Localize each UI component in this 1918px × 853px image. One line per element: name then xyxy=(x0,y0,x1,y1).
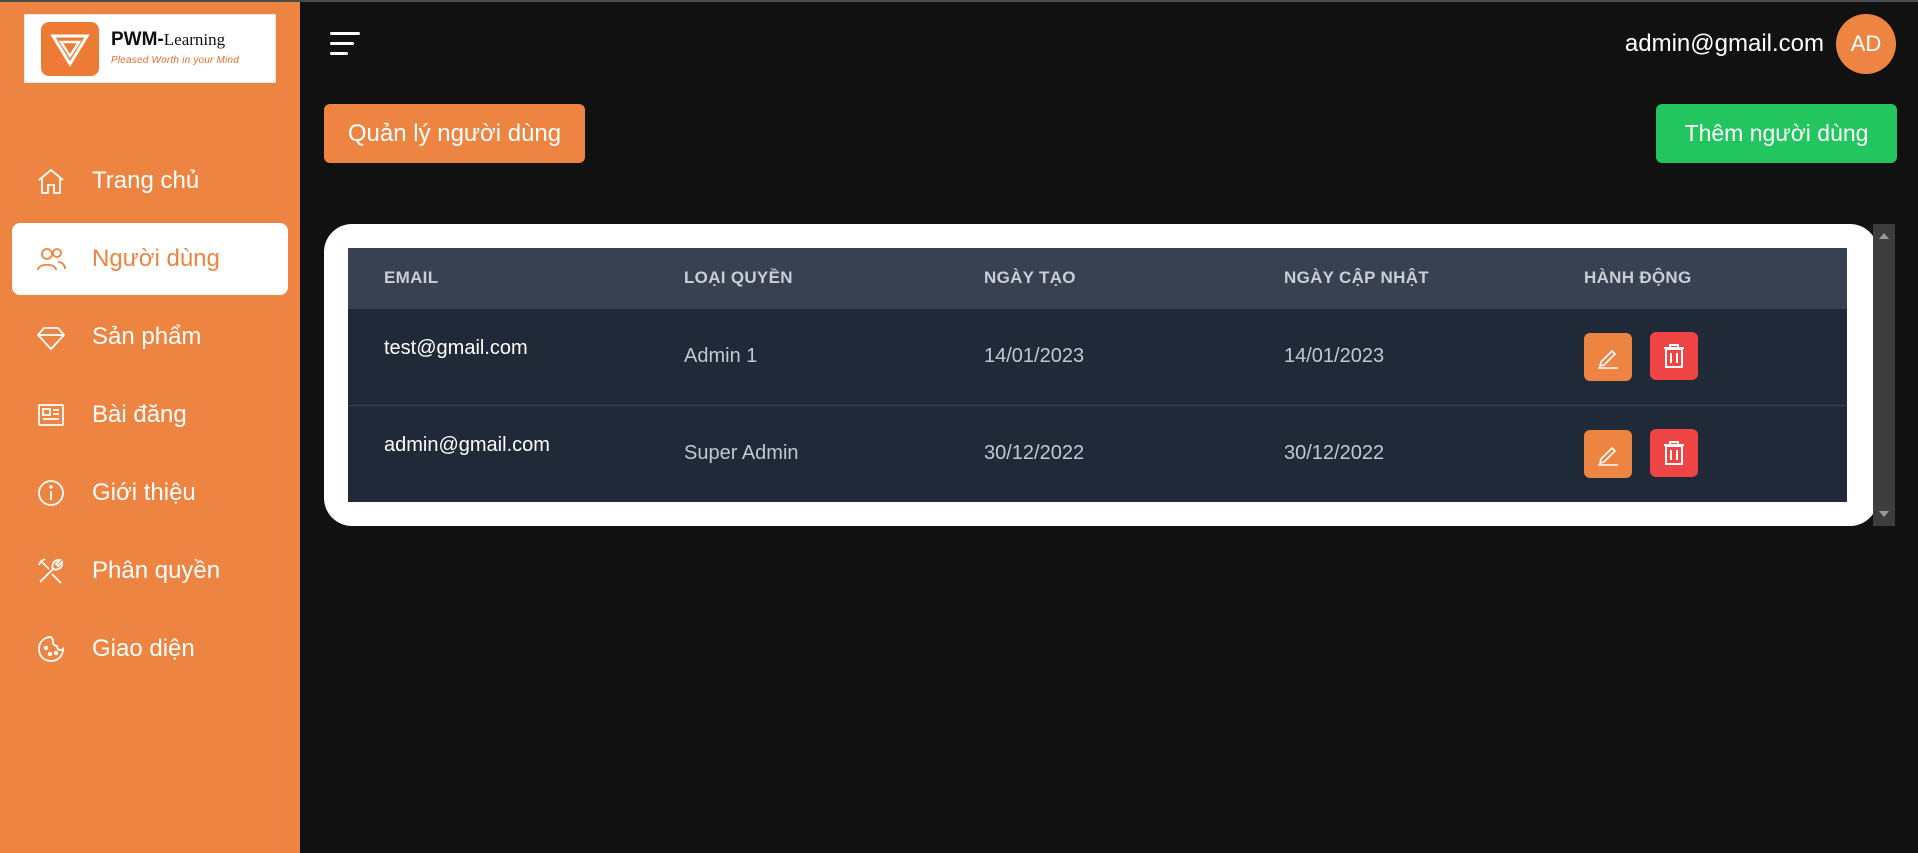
pencil-icon xyxy=(1598,447,1618,467)
logo-icon xyxy=(41,22,99,76)
menu-toggle-icon[interactable] xyxy=(330,32,360,56)
sidebar-item-label: Người dùng xyxy=(92,245,220,272)
user-management-button[interactable]: Quản lý người dùng xyxy=(324,104,585,163)
trash-icon xyxy=(1663,344,1684,368)
brand-logo[interactable]: PWM-Learning Pleased Worth in your Mind xyxy=(24,14,276,83)
edit-button[interactable] xyxy=(1584,430,1632,479)
column-header-created: NGÀY TẠO xyxy=(948,248,1248,308)
cell-actions xyxy=(1548,404,1847,502)
sidebar-item-label: Giao diện xyxy=(92,635,195,662)
sidebar-item-label: Sản phẩm xyxy=(92,323,202,350)
tools-icon xyxy=(34,554,68,588)
cell-email: admin@gmail.com xyxy=(348,404,648,502)
sidebar-item-products[interactable]: Sản phẩm xyxy=(12,301,288,373)
scroll-down-icon[interactable] xyxy=(1879,511,1889,517)
diamond-icon xyxy=(34,320,68,354)
users-table: EMAIL LOẠI QUYỀN NGÀY TẠO NGÀY CẬP NHẬT … xyxy=(348,248,1847,502)
palette-icon xyxy=(34,632,68,666)
cell-actions xyxy=(1548,307,1847,405)
column-header-role: LOẠI QUYỀN xyxy=(648,248,948,308)
sidebar-item-about[interactable]: Giới thiệu xyxy=(12,457,288,529)
table-header-row: EMAIL LOẠI QUYỀN NGÀY TẠO NGÀY CẬP NHẬT … xyxy=(348,248,1847,308)
scrollbar[interactable] xyxy=(1873,224,1895,526)
sidebar: PWM-Learning Pleased Worth in your Mind … xyxy=(0,2,300,853)
info-icon xyxy=(34,476,68,510)
sidebar-item-label: Trang chủ xyxy=(92,167,200,194)
sidebar-item-label: Bài đăng xyxy=(92,401,187,428)
users-icon xyxy=(34,242,68,276)
cell-email: test@gmail.com xyxy=(348,307,648,405)
sidebar-item-users[interactable]: Người dùng xyxy=(12,223,288,295)
delete-button[interactable] xyxy=(1649,429,1698,478)
newspaper-icon xyxy=(34,398,68,432)
sidebar-item-permissions[interactable]: Phân quyền xyxy=(12,535,288,607)
add-user-button[interactable]: Thêm người dùng xyxy=(1656,104,1897,163)
column-header-email: EMAIL xyxy=(348,248,648,308)
cell-role: Admin 1 xyxy=(648,307,948,405)
header-user-email: admin@gmail.com xyxy=(1624,30,1824,57)
cell-created: 30/12/2022 xyxy=(948,404,1248,502)
avatar[interactable]: AD xyxy=(1836,14,1896,74)
column-header-updated: NGÀY CẬP NHẬT xyxy=(1248,248,1548,308)
brand-name: PWM-Learning xyxy=(111,29,226,50)
column-header-actions: HÀNH ĐỘNG xyxy=(1548,248,1847,308)
brand-slogan: Pleased Worth in your Mind xyxy=(111,55,240,66)
home-icon xyxy=(34,164,68,198)
delete-button[interactable] xyxy=(1649,332,1698,380)
trash-icon xyxy=(1663,441,1684,466)
scroll-up-icon[interactable] xyxy=(1879,233,1889,239)
sidebar-item-posts[interactable]: Bài đăng xyxy=(12,379,288,451)
cell-updated: 30/12/2022 xyxy=(1248,404,1548,502)
sidebar-item-theme[interactable]: Giao diện xyxy=(12,613,288,685)
table-row: admin@gmail.com Super Admin 30/12/2022 3… xyxy=(348,404,1847,502)
sidebar-item-label: Giới thiệu xyxy=(92,479,196,506)
cell-created: 14/01/2023 xyxy=(948,307,1248,405)
cell-updated: 14/01/2023 xyxy=(1248,307,1548,405)
edit-button[interactable] xyxy=(1584,333,1632,381)
pencil-icon xyxy=(1598,349,1618,369)
cell-role: Super Admin xyxy=(648,404,948,502)
table-row: test@gmail.com Admin 1 14/01/2023 14/01/… xyxy=(348,307,1847,405)
sidebar-item-label: Phân quyền xyxy=(92,557,221,584)
sidebar-item-home[interactable]: Trang chủ xyxy=(12,145,288,217)
